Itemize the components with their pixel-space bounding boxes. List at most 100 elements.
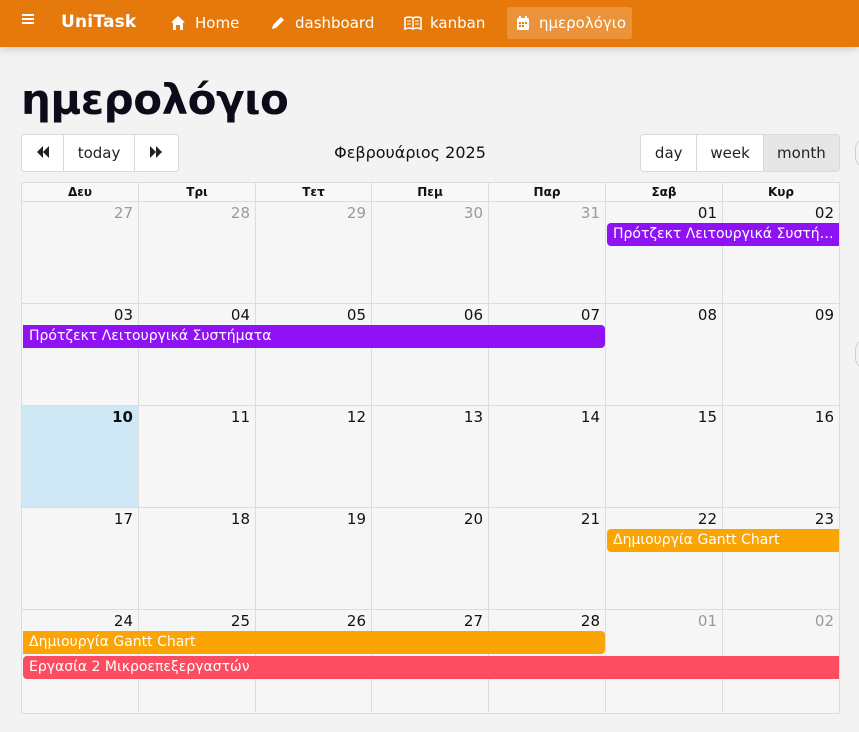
prev-button[interactable] — [22, 135, 65, 171]
weekday-header: Τετ — [256, 183, 372, 201]
weekday-header: Κυρ — [768, 185, 794, 199]
day-cell[interactable]: 16 — [723, 406, 839, 508]
double-right-arrow-icon — [149, 144, 163, 162]
day-cell[interactable]: 31 — [489, 202, 606, 304]
day-cell[interactable]: 08 — [606, 304, 723, 406]
day-number[interactable]: 21 — [581, 510, 600, 528]
nav-link-kanban[interactable]: kanban — [396, 7, 493, 39]
calendar-event[interactable]: Εργασία 2 Μικροεπεξεργαστών — [23, 656, 839, 679]
day-number[interactable]: 25 — [231, 612, 250, 630]
day-cell[interactable]: 28 — [139, 202, 256, 304]
weekday-header-row: Δευ Τρι Τετ Πεμ Παρ Σαβ Κυρ — [22, 183, 839, 202]
day-cell-today[interactable]: 10 — [22, 406, 139, 508]
day-cell[interactable]: 11 — [139, 406, 256, 508]
day-number[interactable]: 09 — [815, 306, 834, 324]
weekday-header: Σαβ — [606, 183, 723, 201]
edge-scroll-handle[interactable] — [855, 138, 859, 168]
day-cell[interactable]: 19 — [256, 508, 372, 610]
day-cell[interactable]: 15 — [606, 406, 723, 508]
day-number[interactable]: 14 — [581, 408, 600, 426]
day-number[interactable]: 10 — [112, 408, 133, 426]
day-number[interactable]: 27 — [114, 204, 133, 222]
day-number[interactable]: 24 — [114, 612, 133, 630]
day-cell[interactable]: 22 — [606, 508, 723, 610]
next-button[interactable] — [134, 135, 178, 171]
day-number[interactable]: 29 — [347, 204, 366, 222]
calendar-event[interactable]: Πρότζεκτ Λειτουργικά Συστήματα — [23, 325, 605, 348]
day-cell[interactable]: 21 — [489, 508, 606, 610]
day-number[interactable]: 28 — [231, 204, 250, 222]
calendar-event[interactable]: Δημιουργία Gantt Chart — [23, 631, 605, 654]
day-number[interactable]: 28 — [581, 612, 600, 630]
day-number[interactable]: 08 — [698, 306, 717, 324]
day-number[interactable]: 06 — [464, 306, 483, 324]
day-number[interactable]: 13 — [464, 408, 483, 426]
calendar-event[interactable]: Δημιουργία Gantt Chart — [607, 529, 839, 552]
day-cell[interactable]: 23 — [723, 508, 839, 610]
day-cell[interactable]: 03 — [22, 304, 139, 406]
book-icon — [404, 14, 422, 32]
day-number[interactable]: 11 — [231, 408, 250, 426]
day-cell[interactable]: 20 — [372, 508, 489, 610]
day-number[interactable]: 02 — [815, 612, 834, 630]
day-number[interactable]: 02 — [815, 204, 834, 222]
day-number[interactable]: 30 — [464, 204, 483, 222]
calendar-event[interactable]: Πρότζεκτ Λειτουργικά Συστήματα — [607, 223, 839, 246]
today-button[interactable]: today — [64, 135, 135, 171]
day-cell[interactable]: 30 — [372, 202, 489, 304]
day-number[interactable]: 19 — [347, 510, 366, 528]
day-cell[interactable]: 06 — [372, 304, 489, 406]
home-icon — [169, 14, 187, 32]
day-number[interactable]: 16 — [815, 408, 834, 426]
day-cell[interactable]: 12 — [256, 406, 372, 508]
weekday-header: Δευ — [22, 183, 139, 201]
day-cell[interactable]: 04 — [139, 304, 256, 406]
hamburger-menu-icon[interactable] — [22, 13, 34, 25]
weekday-header: Πεμ — [372, 183, 489, 201]
nav-button-group: today — [21, 134, 179, 172]
nav-link-calendar[interactable]: ημερολόγιο — [507, 7, 632, 39]
day-number[interactable]: 22 — [698, 510, 717, 528]
nav-link-label: ημερολόγιο — [539, 14, 627, 32]
day-number[interactable]: 15 — [698, 408, 717, 426]
day-number[interactable]: 03 — [114, 306, 133, 324]
brand-logo[interactable]: UniTask — [61, 12, 136, 32]
page-title: ημερολόγιο — [21, 75, 289, 124]
day-number[interactable]: 18 — [231, 510, 250, 528]
pencil-icon — [269, 14, 287, 32]
day-cell[interactable]: 27 — [22, 202, 139, 304]
view-month-button[interactable]: month — [763, 135, 839, 171]
day-cell[interactable]: 29 — [256, 202, 372, 304]
day-cell[interactable]: 05 — [256, 304, 372, 406]
day-cell[interactable]: 18 — [139, 508, 256, 610]
day-number[interactable]: 20 — [464, 510, 483, 528]
day-cell[interactable]: 09 — [723, 304, 839, 406]
day-cell[interactable]: 02 — [723, 202, 839, 304]
day-cell[interactable]: 01 — [606, 202, 723, 304]
day-number[interactable]: 01 — [698, 612, 717, 630]
nav-link-label: kanban — [430, 14, 486, 32]
month-calendar-grid: Δευ Τρι Τετ Πεμ Παρ Σαβ Κυρ 27 28 29 30 31 01 02 03 04… — [21, 182, 840, 714]
day-cell[interactable]: 13 — [372, 406, 489, 508]
double-left-arrow-icon — [36, 144, 50, 162]
edge-scroll-handle[interactable] — [855, 339, 859, 369]
day-cell[interactable]: 14 — [489, 406, 606, 508]
view-day-button[interactable]: day — [641, 135, 698, 171]
day-number[interactable]: 01 — [698, 204, 717, 222]
day-number[interactable]: 04 — [231, 306, 250, 324]
view-week-button[interactable]: week — [697, 135, 764, 171]
day-number[interactable]: 31 — [581, 204, 600, 222]
day-number[interactable]: 05 — [347, 306, 366, 324]
day-cell[interactable]: 07 — [489, 304, 606, 406]
day-number[interactable]: 12 — [347, 408, 366, 426]
day-number[interactable]: 27 — [464, 612, 483, 630]
weekday-header: Παρ — [489, 183, 606, 201]
nav-link-home[interactable]: Home — [161, 7, 247, 39]
day-number[interactable]: 07 — [581, 306, 600, 324]
day-number[interactable]: 17 — [114, 510, 133, 528]
nav-link-dashboard[interactable]: dashboard — [261, 7, 382, 39]
calendar-icon — [515, 14, 531, 32]
day-cell[interactable]: 17 — [22, 508, 139, 610]
day-number[interactable]: 23 — [815, 510, 834, 528]
day-number[interactable]: 26 — [347, 612, 366, 630]
